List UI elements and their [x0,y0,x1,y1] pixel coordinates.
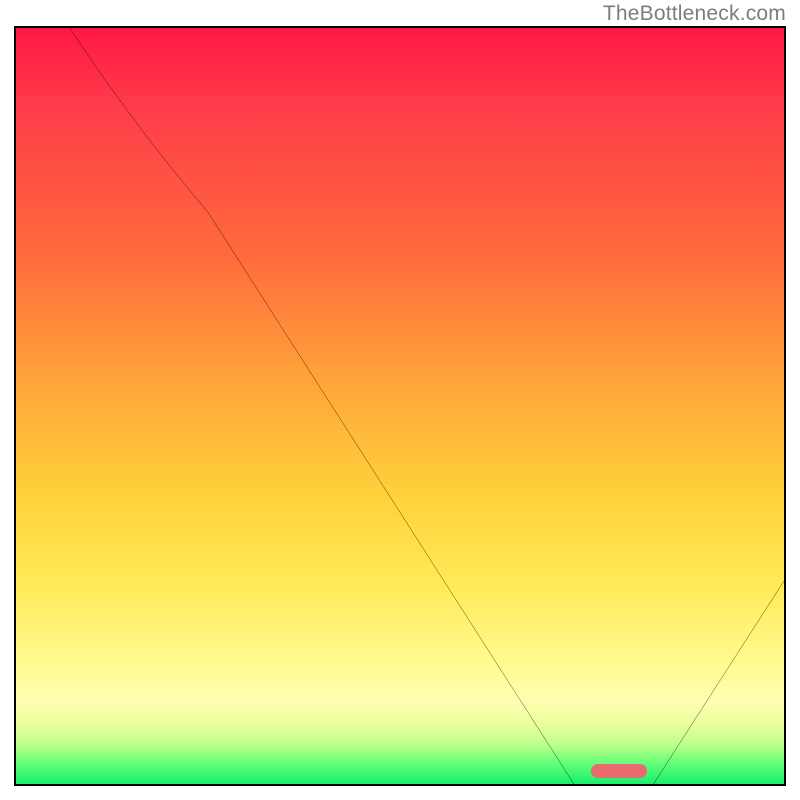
chart-background-gradient [16,28,784,784]
watermark-text: TheBottleneck.com [603,2,786,26]
chart-frame [14,26,786,786]
optimal-range-marker [591,764,647,778]
